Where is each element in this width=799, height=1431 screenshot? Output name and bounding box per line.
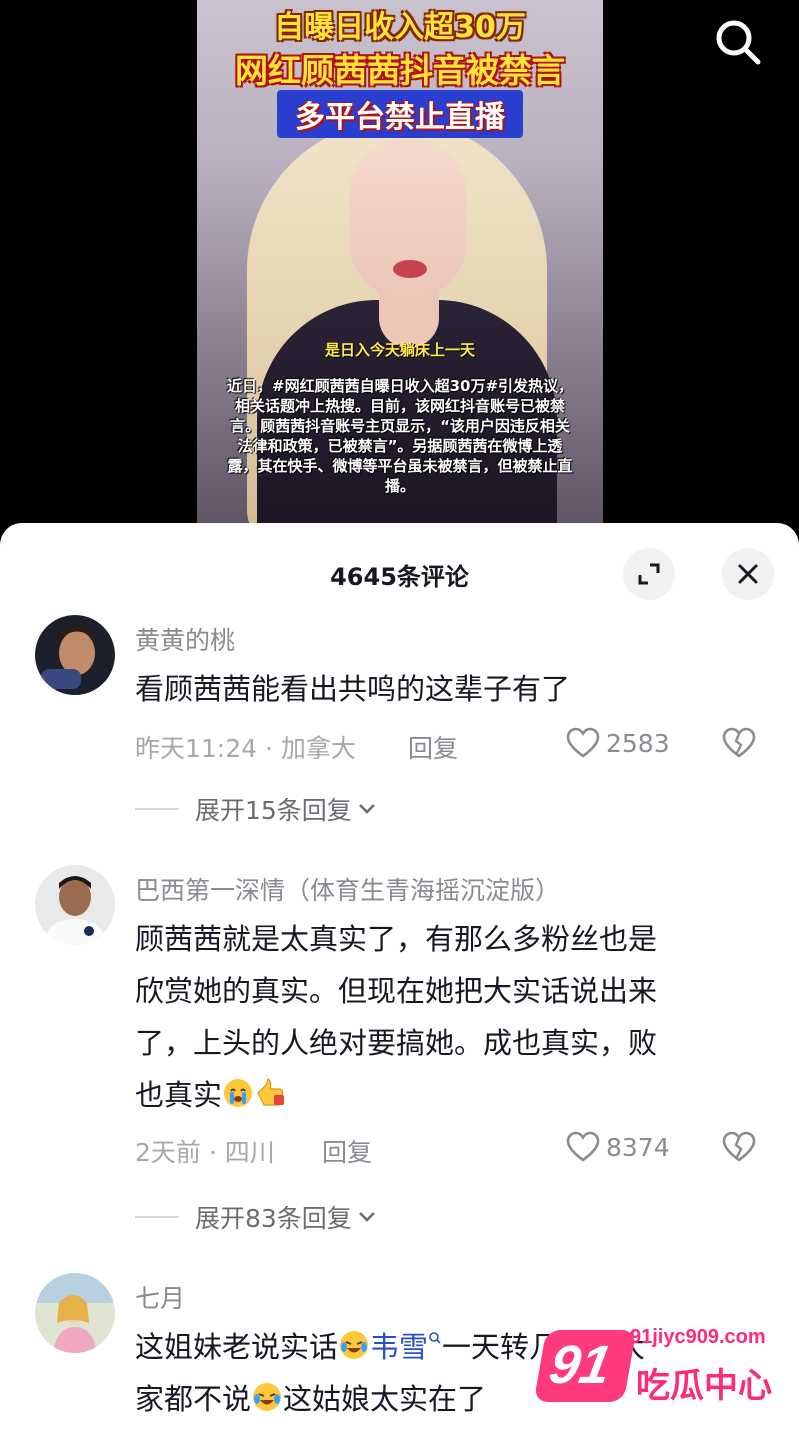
mention-link[interactable]: 韦雪 xyxy=(370,1330,428,1364)
video-headline-3: 多平台禁止直播 xyxy=(277,90,523,138)
like-button[interactable]: 8374 xyxy=(566,1131,670,1163)
divider xyxy=(135,808,179,810)
chevron-down-icon xyxy=(358,1212,375,1222)
search-small-icon xyxy=(429,1332,441,1344)
comment-count-title: 4645条评论 xyxy=(330,563,469,591)
expand-icon xyxy=(638,563,660,585)
reply-button[interactable]: 回复 xyxy=(408,729,458,765)
avatar[interactable] xyxy=(35,1273,115,1353)
comment-text-line: 欣赏她的真实。但现在她把大实话说出来 xyxy=(135,974,658,1008)
comment-text-line: 也真实 xyxy=(135,1078,223,1112)
comment-sheet: 4645条评论 黄黄的桃 看顾茜茜能看出共鸣的这辈子有了 昨天11:24 · 加… xyxy=(0,523,799,1431)
comment-username[interactable]: 黄黄的桃 xyxy=(135,621,235,657)
expand-replies-label: 展开83条回复 xyxy=(195,1204,352,1233)
expand-replies-button[interactable]: 展开15条回复 xyxy=(135,791,378,827)
laughing-emoji-icon xyxy=(340,1331,369,1359)
video-caption: 是日入今天躺床上一天 xyxy=(324,341,475,359)
comment-meta: 昨天11:24 · 加拿大 xyxy=(135,734,356,763)
avatar[interactable] xyxy=(35,865,115,945)
comment-text-line-last: 也真实 xyxy=(135,1069,750,1121)
watermark-text: 吃瓜中心 xyxy=(636,1366,772,1406)
like-count: 8374 xyxy=(606,1132,670,1162)
heart-icon xyxy=(566,1131,600,1162)
comment-text-segment: 这姑娘太实在了 xyxy=(283,1382,487,1416)
watermark-badge: 91 xyxy=(533,1330,637,1402)
like-count: 2583 xyxy=(606,728,670,758)
watermark-logo: 91jiyc909.com 91 吃瓜中心 xyxy=(533,1320,790,1420)
thumbs-up-emoji-icon xyxy=(257,1078,285,1106)
comment-text-line: 顾茜茜就是太真实了，有那么多粉丝也是 xyxy=(135,922,658,956)
comment-text: 看顾茜茜能看出共鸣的这辈子有了 xyxy=(135,672,571,706)
chevron-down-icon xyxy=(358,804,375,814)
laughing-emoji-icon xyxy=(253,1383,282,1411)
comment-username[interactable]: 七月 xyxy=(135,1279,185,1315)
watermark-number: 91 xyxy=(544,1335,616,1395)
comment-username[interactable]: 巴西第一深情（体育生青海摇沉淀版） xyxy=(135,871,560,907)
watermark-domain: 91jiyc909.com xyxy=(630,1326,766,1348)
avatar[interactable] xyxy=(35,615,115,695)
comment-text-line: 了，上头的人绝对要搞她。成也真实，败 xyxy=(135,1026,658,1060)
close-icon xyxy=(738,564,758,584)
person-lips xyxy=(393,260,427,278)
video-player[interactable]: 自曝日收入超30万 网红顾茜茜抖音被禁言 多平台禁止直播 是日入今天躺床上一天 … xyxy=(0,0,799,545)
reply-button[interactable]: 回复 xyxy=(322,1133,372,1169)
heart-icon xyxy=(566,727,600,758)
comment-text-segment: 家都不说 xyxy=(135,1382,252,1416)
video-headline-1: 自曝日收入超30万 xyxy=(274,10,526,45)
video-news-text: 近日，#网红顾茜茜自曝日收入超30万#引发热议，相关话题冲上热搜。目前，该网红抖… xyxy=(227,377,574,495)
broken-heart-icon xyxy=(722,727,756,758)
broken-heart-icon xyxy=(722,1131,756,1162)
dislike-button[interactable] xyxy=(722,1131,756,1167)
comment-meta: 2天前 · 四川 xyxy=(135,1138,275,1167)
crying-emoji-icon xyxy=(224,1079,253,1107)
divider xyxy=(135,1216,179,1218)
expand-replies-label: 展开15条回复 xyxy=(195,796,352,825)
dislike-button[interactable] xyxy=(722,727,756,763)
close-button[interactable] xyxy=(722,548,774,600)
expand-button[interactable] xyxy=(623,548,675,600)
comment-text-segment: 这姐妹老说实话 xyxy=(135,1330,339,1364)
like-button[interactable]: 2583 xyxy=(566,727,670,759)
video-frame: 自曝日收入超30万 网红顾茜茜抖音被禁言 多平台禁止直播 是日入今天躺床上一天 … xyxy=(197,0,603,545)
search-icon xyxy=(716,20,761,65)
search-button[interactable] xyxy=(712,16,764,68)
expand-replies-button[interactable]: 展开83条回复 xyxy=(135,1199,378,1235)
comment-text: 顾茜茜就是太真实了，有那么多粉丝也是 欣赏她的真实。但现在她把大实话说出来 了，… xyxy=(135,913,750,1121)
video-headline-2: 网红顾茜茜抖音被禁言 xyxy=(235,51,565,90)
